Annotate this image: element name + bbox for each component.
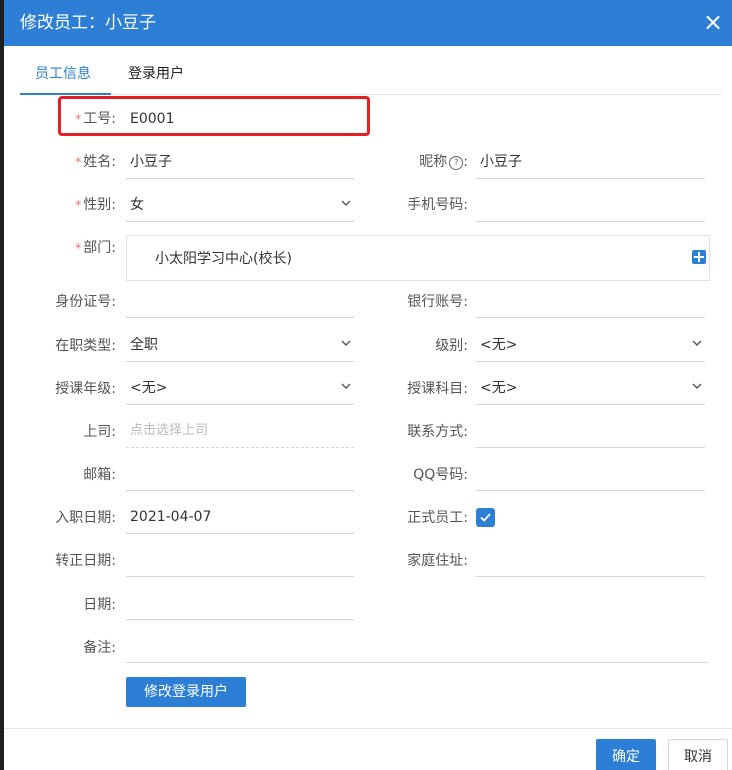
tab-employee-info[interactable]: 员工信息 bbox=[35, 65, 91, 83]
bank-account-label: 银行账号: bbox=[407, 294, 468, 310]
edit-login-user-button[interactable]: 修改登录用户 bbox=[126, 677, 246, 707]
date-label: 日期: bbox=[83, 597, 116, 613]
remark-field[interactable] bbox=[126, 630, 709, 663]
dialog-footer: 确定 取消 bbox=[4, 728, 732, 770]
edit-employee-dialog: 修改员工：小豆子 × 员工信息 登录用户 * 工号: E0001 * 姓名: 小豆子… bbox=[4, 0, 732, 770]
teaching-grade-label: 授课年级: bbox=[55, 381, 116, 397]
chevron-down-icon bbox=[341, 200, 351, 206]
chevron-down-icon bbox=[692, 383, 702, 389]
phone-label: 手机号码: bbox=[407, 197, 468, 213]
add-department-icon[interactable] bbox=[692, 250, 706, 264]
department-field[interactable]: 小太阳学习中心(校长) bbox=[126, 235, 710, 281]
contact-label: 联系方式: bbox=[407, 424, 468, 440]
name-label: * 姓名: bbox=[75, 154, 116, 170]
teaching-grade-select[interactable]: <无> bbox=[126, 372, 354, 405]
employee-no-field[interactable]: E0001 bbox=[126, 103, 356, 135]
qq-label: QQ号码: bbox=[413, 467, 468, 483]
hire-date-label: 入职日期: bbox=[55, 510, 116, 526]
id-card-label: 身份证号: bbox=[55, 294, 116, 310]
chevron-down-icon bbox=[341, 340, 351, 346]
id-card-field[interactable] bbox=[126, 285, 354, 318]
chevron-down-icon bbox=[341, 383, 351, 389]
teaching-subject-label: 授课科目: bbox=[407, 381, 468, 397]
remark-label: 备注: bbox=[83, 640, 116, 656]
gender-label: * 性别: bbox=[75, 197, 116, 213]
confirm-button[interactable]: 确定 bbox=[596, 739, 656, 770]
qq-field[interactable] bbox=[476, 458, 705, 491]
name-field[interactable]: 小豆子 bbox=[126, 146, 354, 179]
regular-employee-checkbox[interactable] bbox=[476, 508, 495, 527]
regularization-date-label: 转正日期: bbox=[55, 553, 116, 569]
chevron-down-icon bbox=[692, 340, 702, 346]
close-icon[interactable]: × bbox=[702, 10, 724, 34]
active-tab-indicator bbox=[20, 93, 111, 95]
home-address-label: 家庭住址: bbox=[407, 553, 468, 569]
employment-type-select[interactable]: 全职 bbox=[126, 329, 354, 362]
regular-employee-label: 正式员工: bbox=[407, 510, 468, 526]
tab-bar: 员工信息 登录用户 bbox=[18, 52, 722, 95]
level-select[interactable]: <无> bbox=[476, 329, 705, 362]
employee-no-label: * 工号: bbox=[75, 111, 116, 127]
level-label: 级别: bbox=[435, 338, 468, 354]
date-field[interactable] bbox=[126, 587, 354, 620]
cancel-button[interactable]: 取消 bbox=[668, 739, 728, 770]
help-icon[interactable]: ? bbox=[449, 156, 464, 170]
tab-login-user[interactable]: 登录用户 bbox=[128, 65, 184, 83]
gender-select[interactable]: 女 bbox=[126, 189, 354, 222]
contact-field[interactable] bbox=[476, 415, 705, 448]
dialog-title: 修改员工：小豆子 bbox=[20, 13, 156, 33]
nickname-label: 昵称?: bbox=[419, 154, 468, 170]
email-field[interactable] bbox=[126, 458, 354, 491]
superior-label: 上司: bbox=[83, 424, 116, 440]
nickname-field[interactable]: 小豆子 bbox=[476, 146, 705, 179]
regularization-date-field[interactable] bbox=[126, 544, 354, 577]
hire-date-field[interactable]: 2021-04-07 bbox=[126, 501, 354, 534]
home-address-field[interactable] bbox=[476, 544, 705, 577]
phone-field[interactable] bbox=[476, 189, 705, 222]
dialog-titlebar: 修改员工：小豆子 × bbox=[4, 0, 732, 46]
superior-picker[interactable]: 点击选择上司 bbox=[126, 415, 354, 448]
teaching-subject-select[interactable]: <无> bbox=[476, 372, 705, 405]
department-value: 小太阳学习中心(校长) bbox=[155, 251, 292, 267]
department-label: * 部门: bbox=[75, 240, 116, 256]
employment-type-label: 在职类型: bbox=[55, 338, 116, 354]
bank-account-field[interactable] bbox=[476, 285, 705, 318]
email-label: 邮箱: bbox=[83, 467, 116, 483]
check-icon bbox=[480, 513, 491, 522]
